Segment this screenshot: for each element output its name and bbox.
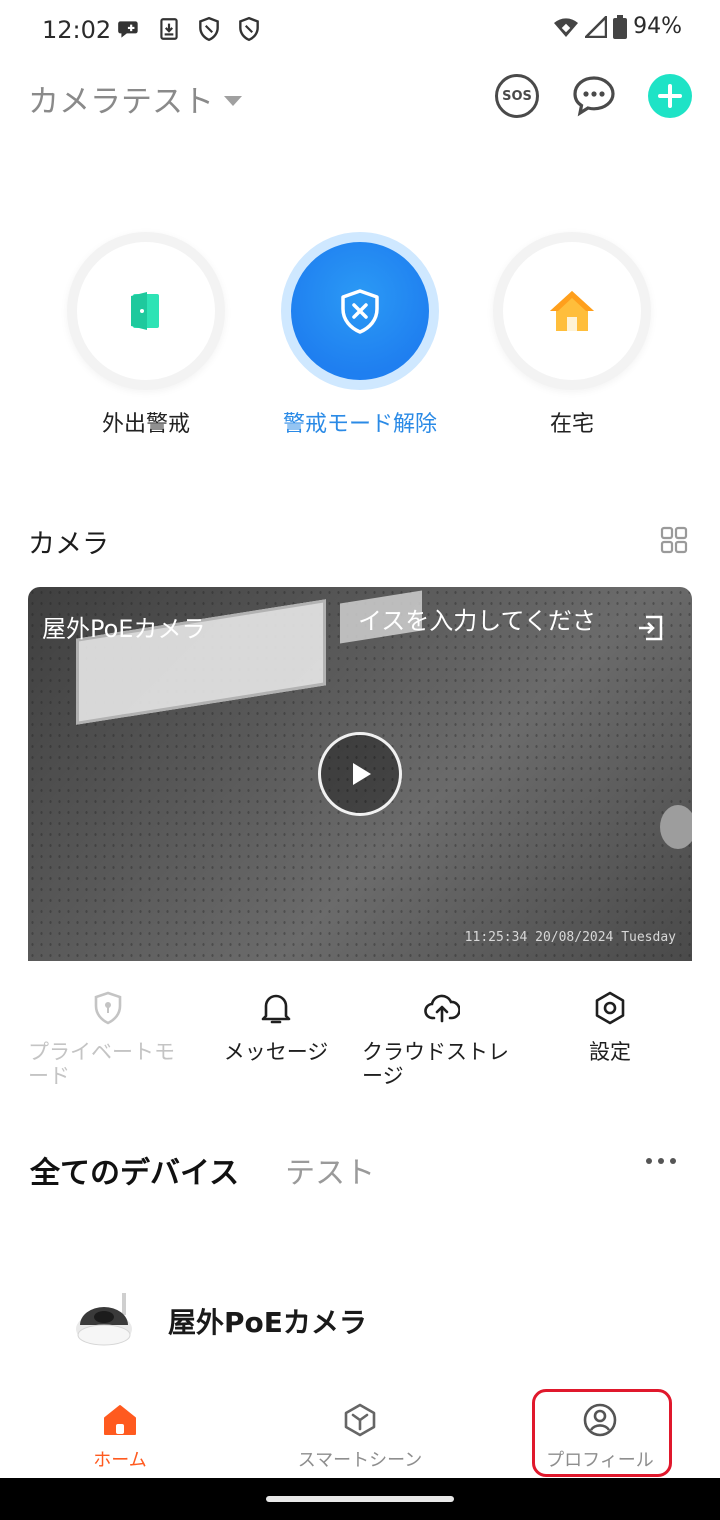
house-icon <box>550 291 594 331</box>
signal-icon <box>585 15 608 38</box>
more-options-icon[interactable] <box>646 1158 676 1164</box>
device-name: 屋外PoEカメラ <box>168 1306 367 1339</box>
privacy-mode-label: プライベートモード <box>28 1040 175 1088</box>
device-tabs: 全てのデバイス テスト <box>30 1148 375 1192</box>
chat-bubble-icon <box>573 76 615 117</box>
mode-away-circle <box>67 232 225 390</box>
nav-home-label: ホーム <box>93 1450 147 1471</box>
mode-disarm-circle <box>281 232 439 390</box>
messages-label: メッセージ <box>223 1040 329 1064</box>
device-list-item[interactable]: 屋外PoEカメラ <box>72 1286 672 1356</box>
camera-section-title: カメラ <box>28 529 109 560</box>
bell-icon <box>261 994 291 1024</box>
exit-fullscreen-icon[interactable] <box>636 613 666 643</box>
tab-all-devices[interactable]: 全てのデバイス <box>30 1148 239 1192</box>
home-gesture-handle[interactable] <box>266 1496 454 1502</box>
app-header: カメラテスト SOS <box>0 70 720 126</box>
camera-overlay-text: イスを入力してくださ <box>358 607 596 635</box>
battery-icon <box>613 14 628 39</box>
plus-icon <box>658 84 682 108</box>
play-button[interactable] <box>318 732 402 816</box>
mode-disarm[interactable]: 警戒モード解除 <box>280 232 440 438</box>
shield-x-icon <box>341 289 379 334</box>
camera-preview-card[interactable]: 屋外PoEカメラ イスを入力してくださ 11:25:34 20/08/2024 … <box>28 587 692 961</box>
mode-away-label: 外出警戒 <box>101 412 190 437</box>
mode-disarm-label: 警戒モード解除 <box>282 412 437 437</box>
mode-home-circle <box>493 232 651 390</box>
ceiling-detector <box>660 805 692 849</box>
chat-bubble-icon <box>118 21 138 38</box>
app-screen: 12:02 94% カメラテスト SOS 外出警戒 警戒モード解除 在宅 カメラ… <box>0 0 720 1520</box>
nav-smart-scene[interactable]: スマートシーン <box>280 1402 440 1472</box>
privacy-shield-icon <box>94 991 122 1025</box>
settings-label: 設定 <box>589 1040 631 1064</box>
message-center-button[interactable] <box>572 74 616 118</box>
cloud-storage-action[interactable]: クラウドストレージ <box>362 990 522 1088</box>
grid-view-icon[interactable] <box>660 526 688 554</box>
smart-scene-icon <box>344 1403 376 1437</box>
door-icon <box>131 292 159 330</box>
battery-percent: 94% <box>633 14 682 39</box>
home-icon <box>104 1405 136 1435</box>
mode-home[interactable]: 在宅 <box>492 232 652 438</box>
system-gesture-bar <box>0 1478 720 1520</box>
status-time: 12:02 <box>42 16 112 44</box>
play-icon <box>353 763 371 785</box>
download-icon <box>160 18 178 40</box>
tab-test[interactable]: テスト <box>285 1148 375 1192</box>
nav-smart-scene-label: スマートシーン <box>297 1450 423 1471</box>
messages-action[interactable]: メッセージ <box>196 990 356 1064</box>
sos-label: SOS <box>502 88 532 104</box>
shield-icon <box>239 16 259 42</box>
status-bar: 12:02 94% <box>0 0 720 60</box>
settings-action[interactable]: 設定 <box>530 990 690 1064</box>
notification-icons <box>116 16 262 42</box>
camera-timestamp: 11:25:34 20/08/2024 Tuesday <box>464 930 676 945</box>
privacy-mode-action[interactable]: プライベートモード <box>28 990 188 1088</box>
cloud-storage-label: クラウドストレージ <box>362 1040 509 1088</box>
mode-away[interactable]: 外出警戒 <box>66 232 226 438</box>
add-device-button[interactable] <box>648 74 692 118</box>
nav-home[interactable]: ホーム <box>40 1402 200 1472</box>
mode-home-label: 在宅 <box>549 412 594 437</box>
dome-camera-thumbnail <box>76 1293 132 1346</box>
profile-highlight-box <box>532 1389 672 1477</box>
system-status: 94% <box>553 14 682 39</box>
camera-name: 屋外PoEカメラ <box>42 615 206 643</box>
home-name: カメラテスト <box>28 84 214 120</box>
shield-icon <box>199 16 219 42</box>
settings-hexagon-icon <box>595 991 625 1025</box>
sos-button[interactable]: SOS <box>495 74 539 118</box>
dropdown-caret-icon <box>224 95 242 106</box>
wifi-icon <box>554 17 579 37</box>
cloud-upload-icon <box>424 994 460 1023</box>
home-selector[interactable]: カメラテスト <box>28 76 242 121</box>
